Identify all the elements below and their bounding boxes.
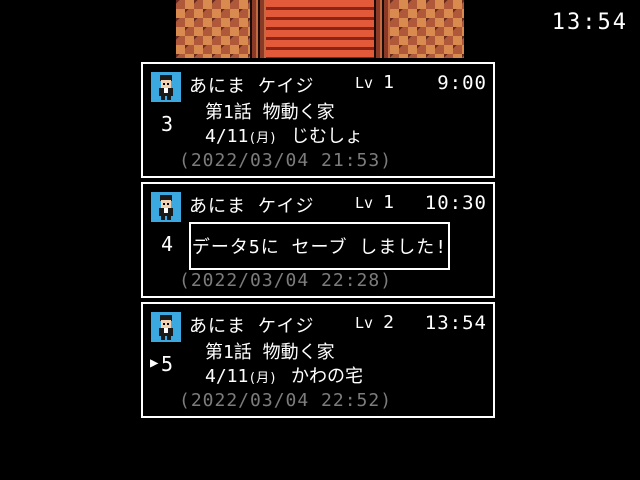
red-stair-steps bbox=[266, 0, 374, 58]
level-label: Lv bbox=[355, 194, 374, 212]
game-weekday: (月) bbox=[248, 371, 278, 386]
game-location: じむしょ bbox=[291, 126, 364, 147]
slot-number: 3 bbox=[161, 112, 174, 136]
slot-number: 5 bbox=[161, 352, 174, 376]
selection-cursor-icon: ▶ bbox=[150, 355, 159, 371]
level-display: Lv 1 bbox=[355, 192, 394, 213]
dialog-message: データ5に セーブ しました! bbox=[191, 237, 448, 258]
level-label: Lv bbox=[355, 314, 374, 332]
character-name: あにま ケイジ bbox=[189, 196, 315, 217]
character-portrait-icon bbox=[151, 72, 181, 102]
left-pillar bbox=[176, 0, 250, 58]
save-confirmation-dialog[interactable]: データ5に セーブ しました! bbox=[189, 222, 450, 270]
staircase-background bbox=[176, 0, 464, 58]
character-name: あにま ケイジ bbox=[189, 316, 315, 337]
slot-number: 4 bbox=[161, 232, 174, 256]
clock: 13:54 bbox=[551, 10, 628, 35]
game-location: かわの宅 bbox=[291, 366, 364, 387]
date-location: 4/11(月) じむしょ bbox=[205, 122, 363, 148]
game-date: 4/11 bbox=[205, 126, 249, 147]
character-portrait-icon bbox=[151, 312, 181, 342]
level-value: 1 bbox=[383, 72, 394, 93]
play-time: 10:30 bbox=[424, 192, 487, 214]
play-time: 13:54 bbox=[424, 312, 487, 334]
level-display: Lv 2 bbox=[355, 312, 394, 333]
level-value: 1 bbox=[383, 192, 394, 213]
level-value: 2 bbox=[383, 312, 394, 333]
level-label: Lv bbox=[355, 74, 374, 92]
game-date: 4/11 bbox=[205, 366, 249, 387]
play-time: 9:00 bbox=[437, 72, 487, 94]
game-weekday: (月) bbox=[248, 131, 278, 146]
chapter-title: 第1話 物動く家 bbox=[205, 102, 335, 123]
level-display: Lv 1 bbox=[355, 72, 394, 93]
right-railing bbox=[374, 0, 390, 58]
date-location: 4/11(月) かわの宅 bbox=[205, 362, 363, 388]
save-slot-5[interactable]: ▶ 5 あにま ケイジ Lv 2 13:54 第1話 物動く家 4/11(月) かわ… bbox=[141, 302, 495, 418]
save-slot-3[interactable]: 3 あにま ケイジ Lv 1 9:00 第1話 物動く家 4/11(月) じむしょ … bbox=[141, 62, 495, 178]
saved-timestamp: (2022/03/04 22:52) bbox=[179, 390, 393, 411]
character-portrait-icon bbox=[151, 192, 181, 222]
right-pillar bbox=[390, 0, 464, 58]
saved-timestamp: (2022/03/04 21:53) bbox=[179, 150, 393, 171]
chapter-title: 第1話 物動く家 bbox=[205, 342, 335, 363]
saved-timestamp: (2022/03/04 22:28) bbox=[179, 270, 393, 291]
character-name: あにま ケイジ bbox=[189, 76, 315, 97]
left-railing bbox=[250, 0, 266, 58]
